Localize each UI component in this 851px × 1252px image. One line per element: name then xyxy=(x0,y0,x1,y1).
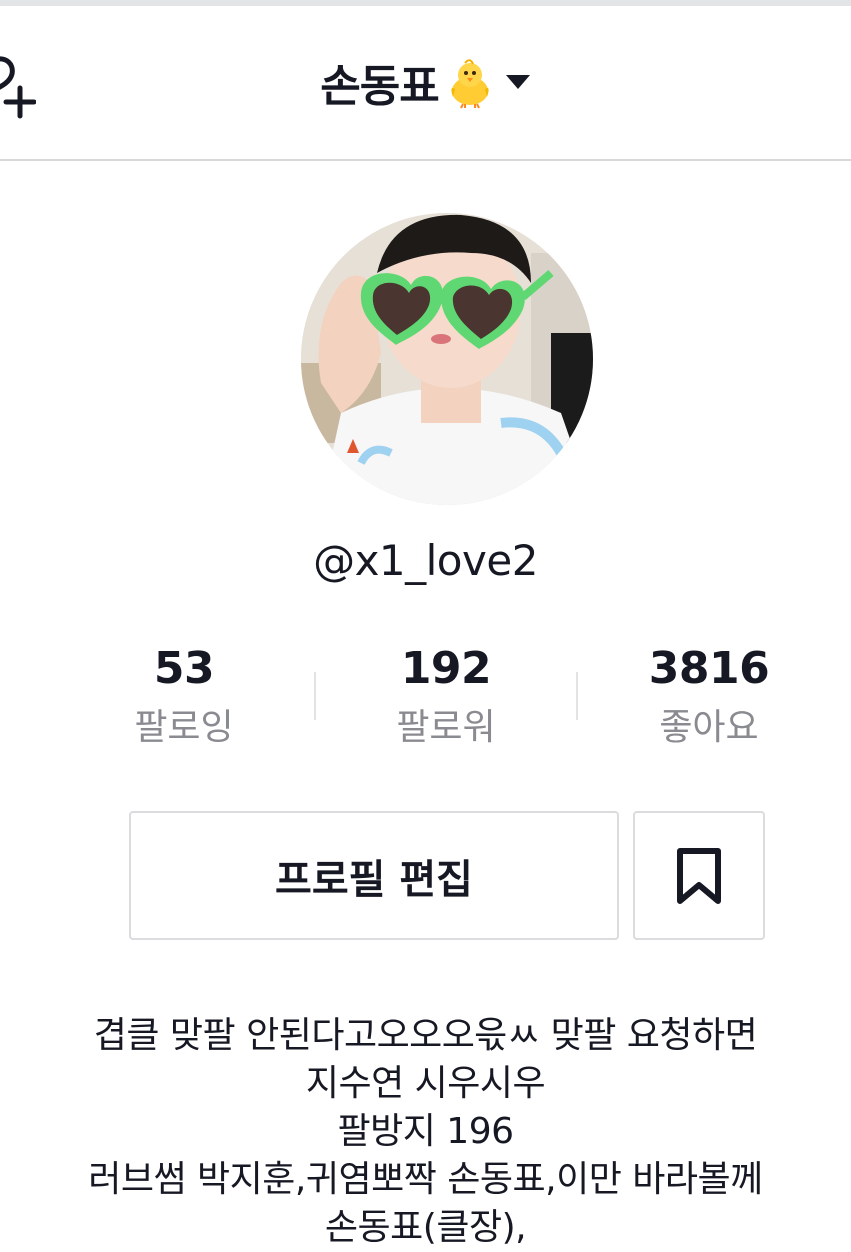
profile-header: 손동표 xyxy=(0,6,851,161)
stat-following[interactable]: 53 팔로잉 xyxy=(54,640,314,754)
bio: 겹클 맞팔 안된다고오오오윿ㅆ 맞팔 요청하면 지수연 시우시우 팔방지 196… xyxy=(30,1012,821,1252)
stat-followers[interactable]: 192 팔로워 xyxy=(316,640,576,754)
baby-chick-icon xyxy=(451,59,489,109)
bio-line: 겹클 맞팔 안된다고오오오윿ㅆ 맞팔 요청하면 xyxy=(93,1015,758,1056)
bio-line: 러브썸 박지훈,귀염뽀짝 손동표,이만 바라볼께 xyxy=(88,1159,763,1200)
likes-label: 좋아요 xyxy=(659,707,759,748)
bio-line: 지수연 시우시우 xyxy=(305,1063,546,1104)
stat-divider xyxy=(576,672,578,720)
profile-photo xyxy=(301,213,593,505)
following-label: 팔로잉 xyxy=(134,707,234,748)
account-name: 손동표 xyxy=(320,61,439,112)
bio-line: 팔방지 196 xyxy=(337,1111,514,1152)
edit-profile-button[interactable]: 프로필 편집 xyxy=(129,811,619,940)
bookmark-button[interactable] xyxy=(633,811,765,940)
followers-count: 192 xyxy=(400,643,492,694)
account-switcher[interactable]: 손동표 xyxy=(0,52,851,112)
bookmark-icon xyxy=(677,847,721,904)
username: @x1_love2 xyxy=(313,536,538,585)
likes-count: 3816 xyxy=(648,643,770,694)
stat-likes[interactable]: 3816 좋아요 xyxy=(579,640,839,754)
following-count: 53 xyxy=(153,643,215,694)
bio-line: 손동표(클장), xyxy=(324,1207,527,1248)
avatar[interactable] xyxy=(301,213,593,505)
followers-label: 팔로워 xyxy=(396,707,496,748)
caret-down-icon xyxy=(505,75,530,89)
